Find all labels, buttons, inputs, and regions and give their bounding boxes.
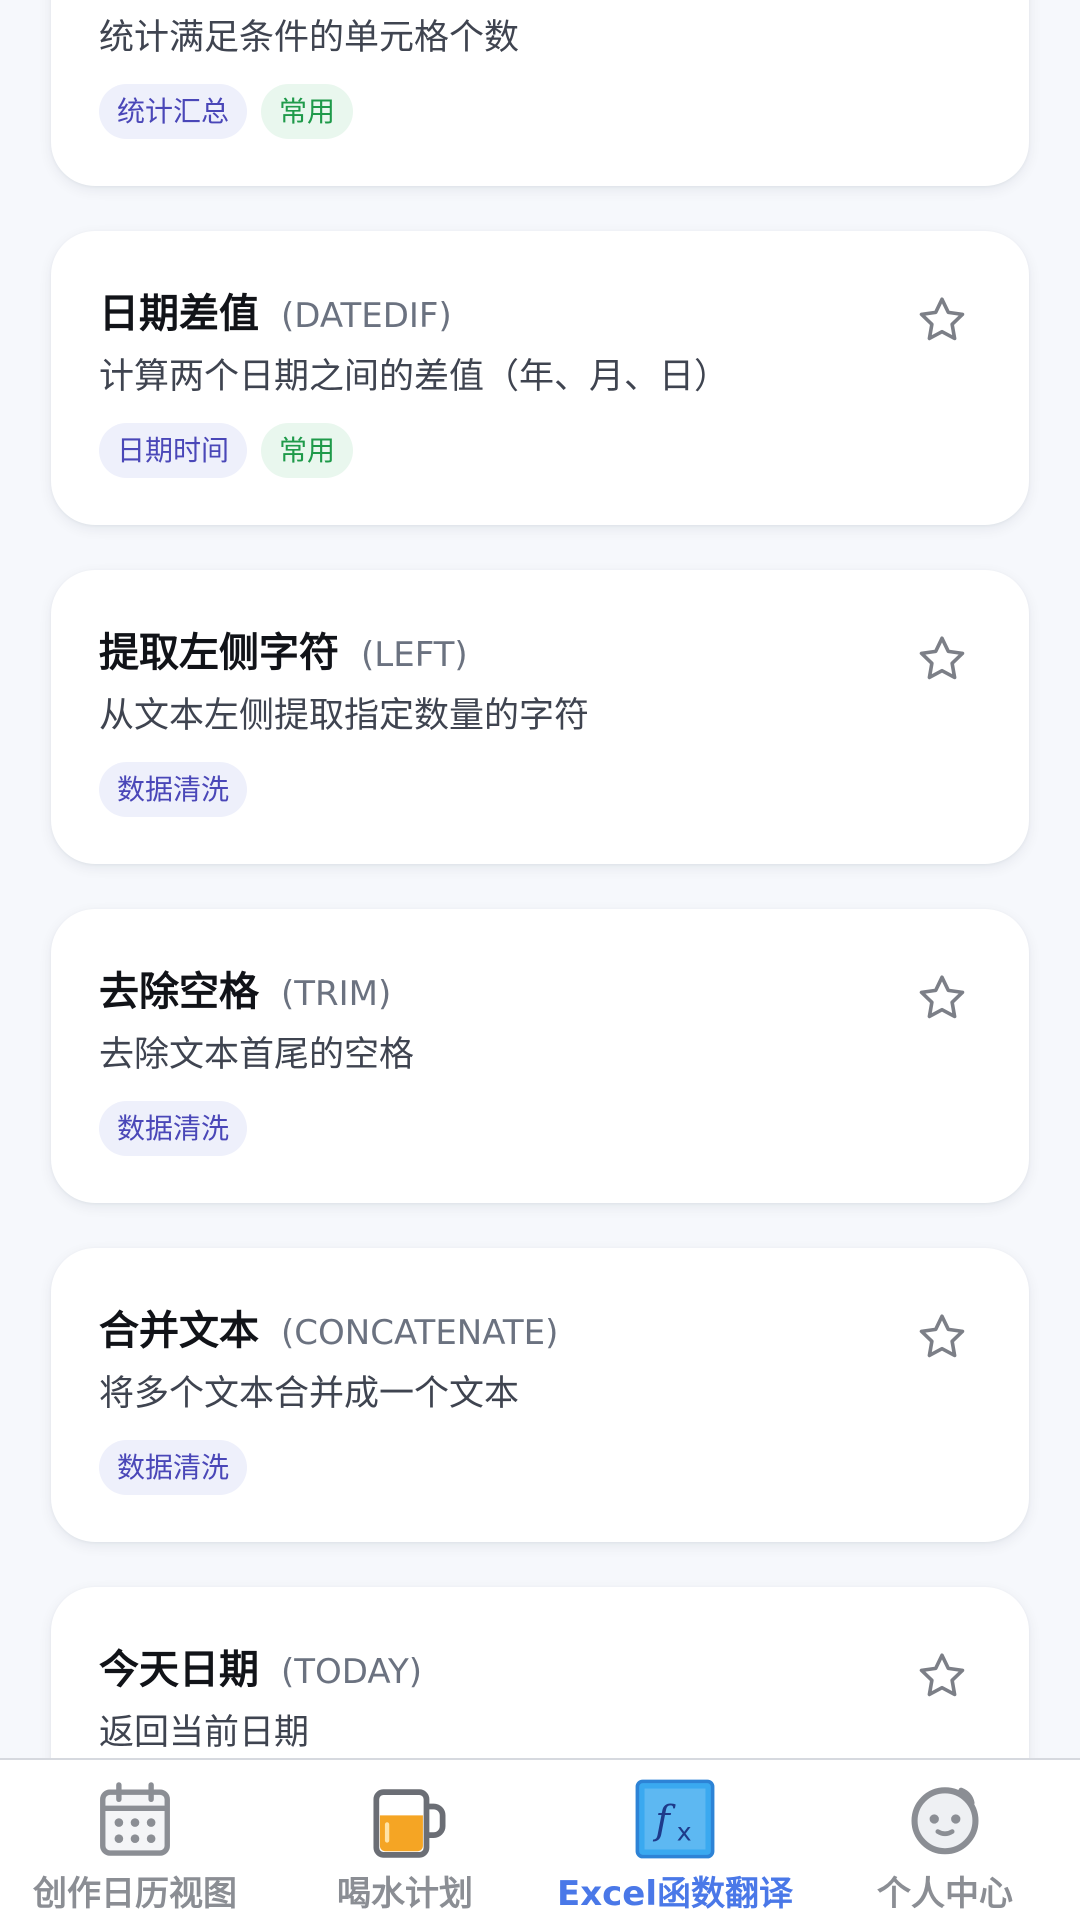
- function-name: 今天日期: [99, 1647, 259, 1693]
- function-code: (DATEDIF): [281, 296, 452, 336]
- fx-function-icon: f x: [635, 1779, 715, 1859]
- category-tag: 数据清洗: [99, 762, 248, 817]
- tag-list: 统计汇总 常用: [99, 84, 354, 139]
- tab-personal-center[interactable]: 个人中心: [810, 1760, 1080, 1922]
- beer-mug-icon: [373, 1789, 446, 1858]
- category-tag: 数据清洗: [99, 1440, 248, 1495]
- tag-list: 数据清洗: [99, 762, 248, 817]
- function-card[interactable]: 提取左侧字符 (LEFT) 从文本左侧提取指定数量的字符 数据清洗: [51, 570, 1029, 864]
- function-title-row: 日期差值 (DATEDIF): [99, 281, 452, 339]
- function-code: (CONCATENATE): [281, 1313, 559, 1353]
- function-title-row: 今天日期 (TODAY): [99, 1637, 422, 1695]
- function-description: 返回当前日期: [99, 1713, 310, 1753]
- tab-water-plan[interactable]: 喝水计划: [270, 1760, 540, 1922]
- function-code: (TRIM): [281, 974, 392, 1014]
- favorite-star-icon[interactable]: [915, 1649, 969, 1703]
- function-list-viewport[interactable]: 统计满足条件的单元格个数 统计汇总 常用 日期差值 (DATEDIF) 计算两个…: [0, 0, 1080, 1758]
- favorite-star-icon[interactable]: [915, 293, 969, 347]
- function-code: (TODAY): [281, 1652, 423, 1692]
- tab-label: Excel函数翻译: [556, 1874, 794, 1914]
- function-title-row: 提取左侧字符 (LEFT): [99, 620, 468, 678]
- function-card[interactable]: 去除空格 (TRIM) 去除文本首尾的空格 数据清洗: [51, 909, 1029, 1203]
- function-description: 计算两个日期之间的差值（年、月、日）: [99, 357, 730, 397]
- tab-calendar-view[interactable]: 创作日历视图: [0, 1760, 270, 1922]
- common-tag: 常用: [261, 423, 354, 478]
- function-card[interactable]: 日期差值 (DATEDIF) 计算两个日期之间的差值（年、月、日） 日期时间 常…: [51, 231, 1029, 525]
- favorite-star-icon[interactable]: [915, 1310, 969, 1364]
- function-card[interactable]: 统计满足条件的单元格个数 统计汇总 常用: [51, 0, 1029, 186]
- function-card[interactable]: 今天日期 (TODAY) 返回当前日期: [51, 1587, 1029, 1758]
- function-code: (LEFT): [361, 635, 468, 675]
- category-tag: 日期时间: [99, 423, 248, 478]
- tab-label: 创作日历视图: [33, 1874, 237, 1914]
- common-tag: 常用: [261, 84, 354, 139]
- function-name: 提取左侧字符: [99, 630, 339, 676]
- favorite-star-icon[interactable]: [915, 971, 969, 1025]
- tag-list: 数据清洗: [99, 1101, 248, 1156]
- category-tag: 统计汇总: [99, 84, 248, 139]
- function-description: 将多个文本合并成一个文本: [99, 1374, 520, 1414]
- svg-text:x: x: [677, 1818, 692, 1847]
- smiley-face-icon: [911, 1787, 979, 1855]
- calendar-icon: [100, 1782, 170, 1856]
- category-tag: 数据清洗: [99, 1101, 248, 1156]
- function-description: 去除文本首尾的空格: [99, 1035, 415, 1075]
- function-name: 去除空格: [99, 969, 259, 1015]
- function-card[interactable]: 合并文本 (CONCATENATE) 将多个文本合并成一个文本 数据清洗: [51, 1248, 1029, 1542]
- bottom-tab-bar: 创作日历视图 喝水计划 f x Excel函数翻译 个人中心: [0, 1758, 1080, 1922]
- tag-list: 日期时间 常用: [99, 423, 354, 478]
- function-name: 合并文本: [99, 1308, 259, 1354]
- favorite-star-icon[interactable]: [915, 632, 969, 686]
- tab-excel-function-translate[interactable]: f x Excel函数翻译: [540, 1760, 810, 1922]
- function-description: 从文本左侧提取指定数量的字符: [99, 696, 590, 736]
- tab-label: 个人中心: [877, 1874, 1013, 1914]
- function-name: 日期差值: [99, 291, 259, 337]
- tab-label: 喝水计划: [337, 1874, 473, 1914]
- function-title-row: 合并文本 (CONCATENATE): [99, 1298, 558, 1356]
- function-title-row: 去除空格 (TRIM): [99, 959, 391, 1017]
- function-description: 统计满足条件的单元格个数: [99, 18, 520, 58]
- tag-list: 数据清洗: [99, 1440, 248, 1495]
